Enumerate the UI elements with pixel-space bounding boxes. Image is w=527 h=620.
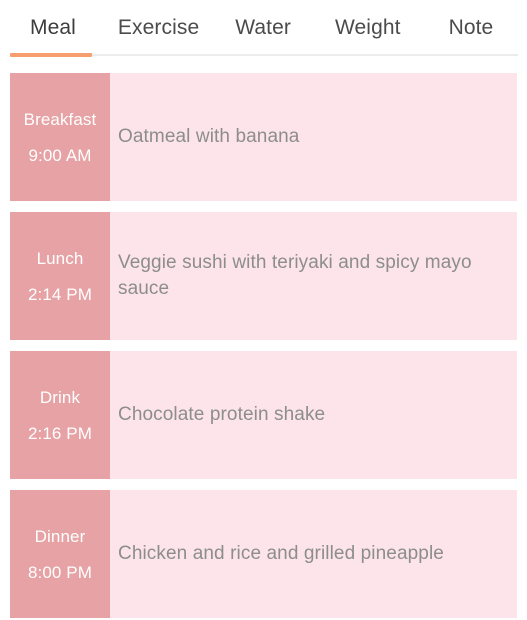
entry-type: Dinner [34, 526, 86, 546]
list-item[interactable]: Dinner 8:00 PM Chicken and rice and gril… [10, 490, 517, 618]
tab-list: Meal Exercise Water Weight Note Meds [0, 0, 527, 54]
tab-water-label: Water [235, 15, 291, 39]
tab-water[interactable]: Water [221, 17, 305, 38]
tab-bar: Meal Exercise Water Weight Note Meds [0, 0, 527, 57]
entry-description: Chicken and rice and grilled pineapple [118, 543, 444, 564]
entry-body: Chocolate protein shake [110, 351, 517, 479]
tab-weight-label: Weight [334, 15, 401, 39]
tab-meal[interactable]: Meal [16, 17, 90, 38]
meal-log-screen: Meal Exercise Water Weight Note Meds [0, 0, 527, 620]
tab-meal-label: Meal [30, 15, 76, 39]
entry-time: 9:00 AM [28, 145, 92, 165]
meal-entry-list[interactable]: Breakfast 9:00 AM Oatmeal with banana Lu… [0, 73, 527, 620]
entry-time: 2:14 PM [27, 284, 92, 304]
entry-label-block: Dinner 8:00 PM [10, 490, 110, 618]
entry-body: Oatmeal with banana [110, 73, 517, 201]
entry-description: Veggie sushi with teriyaki and spicy may… [118, 252, 472, 299]
entry-description: Chocolate protein shake [118, 404, 326, 425]
entry-type: Lunch [36, 248, 84, 268]
list-item[interactable]: Breakfast 9:00 AM Oatmeal with banana [10, 73, 517, 201]
tab-note[interactable]: Note [435, 17, 508, 38]
list-item[interactable]: Drink 2:16 PM Chocolate protein shake [10, 351, 517, 479]
list-item[interactable]: Lunch 2:14 PM Veggie sushi with teriyaki… [10, 212, 517, 340]
entry-type: Breakfast [23, 109, 97, 129]
entry-label-block: Breakfast 9:00 AM [10, 73, 110, 201]
tab-weight[interactable]: Weight [321, 17, 415, 38]
entry-type: Drink [39, 387, 81, 407]
entry-time: 2:16 PM [27, 423, 92, 443]
entry-label-block: Drink 2:16 PM [10, 351, 110, 479]
entry-body: Chicken and rice and grilled pineapple [110, 490, 517, 618]
tab-exercise-label: Exercise [117, 15, 200, 39]
tab-note-label: Note [448, 15, 494, 39]
active-tab-indicator [10, 53, 92, 57]
entry-description: Oatmeal with banana [118, 126, 300, 147]
entry-label-block: Lunch 2:14 PM [10, 212, 110, 340]
entry-body: Veggie sushi with teriyaki and spicy may… [110, 212, 517, 340]
entry-time: 8:00 PM [27, 562, 92, 582]
tab-exercise[interactable]: Exercise [104, 17, 213, 38]
